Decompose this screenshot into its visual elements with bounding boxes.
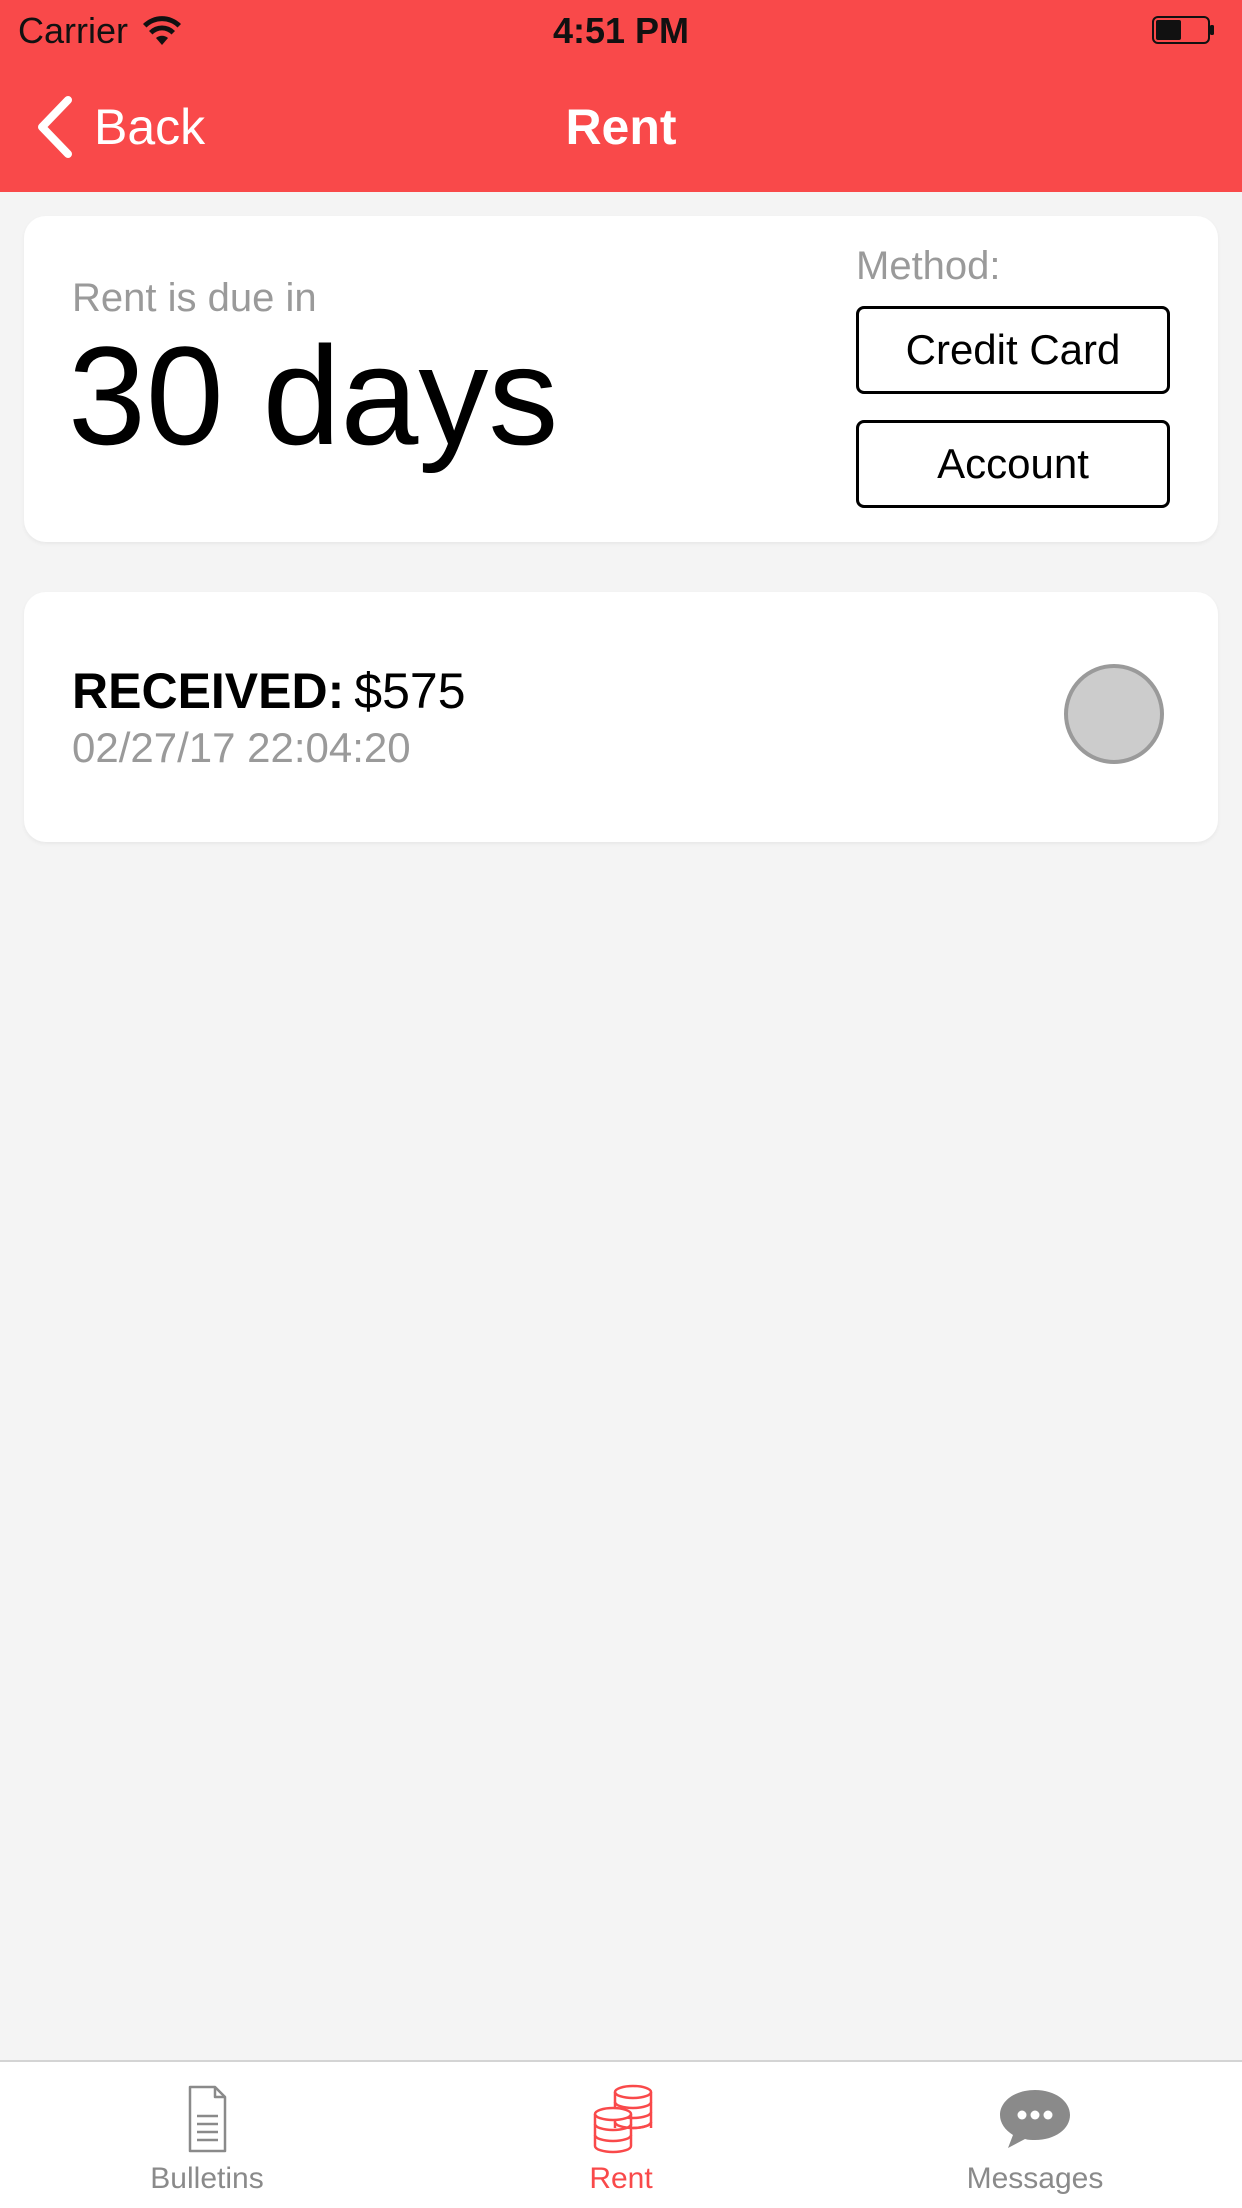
tab-label: Bulletins xyxy=(150,2162,264,2195)
due-countdown: 30 days xyxy=(68,317,559,474)
tab-bar: Bulletins Rent Messages xyxy=(0,2060,1242,2208)
status-bar: Carrier 4:51 PM xyxy=(0,0,1242,60)
coins-icon xyxy=(593,2084,653,2154)
payment-status-indicator xyxy=(1064,664,1164,764)
tab-bulletins[interactable]: Bulletins xyxy=(0,2062,414,2208)
method-label: Method: xyxy=(856,244,1001,288)
tab-rent[interactable]: Rent xyxy=(414,2062,828,2208)
payment-summary: RECEIVED: $575 xyxy=(72,662,466,720)
tab-label: Rent xyxy=(589,2162,653,2195)
battery-icon xyxy=(1152,16,1214,44)
tab-label: Messages xyxy=(966,2162,1104,2195)
credit-card-button[interactable]: Credit Card xyxy=(856,306,1170,394)
status-time: 4:51 PM xyxy=(552,10,690,51)
payment-status: RECEIVED: xyxy=(72,663,345,719)
account-button[interactable]: Account xyxy=(856,420,1170,508)
due-label: Rent is due in xyxy=(72,276,317,320)
chat-bubble-icon xyxy=(1000,2090,1070,2148)
app-header: Carrier 4:51 PM Back Rent xyxy=(0,0,1242,192)
page-title: Rent xyxy=(565,99,677,155)
payment-card[interactable]: RECEIVED: $575 02/27/17 22:04:20 xyxy=(24,592,1218,842)
payment-date: 02/27/17 22:04:20 xyxy=(72,724,411,771)
rent-due-card: Rent is due in 30 days Method: Credit Ca… xyxy=(24,216,1218,542)
payment-amount: $575 xyxy=(354,663,466,719)
document-icon xyxy=(188,2085,227,2153)
tab-messages[interactable]: Messages xyxy=(828,2062,1242,2208)
navigation-bar: Back Rent xyxy=(0,70,1242,180)
